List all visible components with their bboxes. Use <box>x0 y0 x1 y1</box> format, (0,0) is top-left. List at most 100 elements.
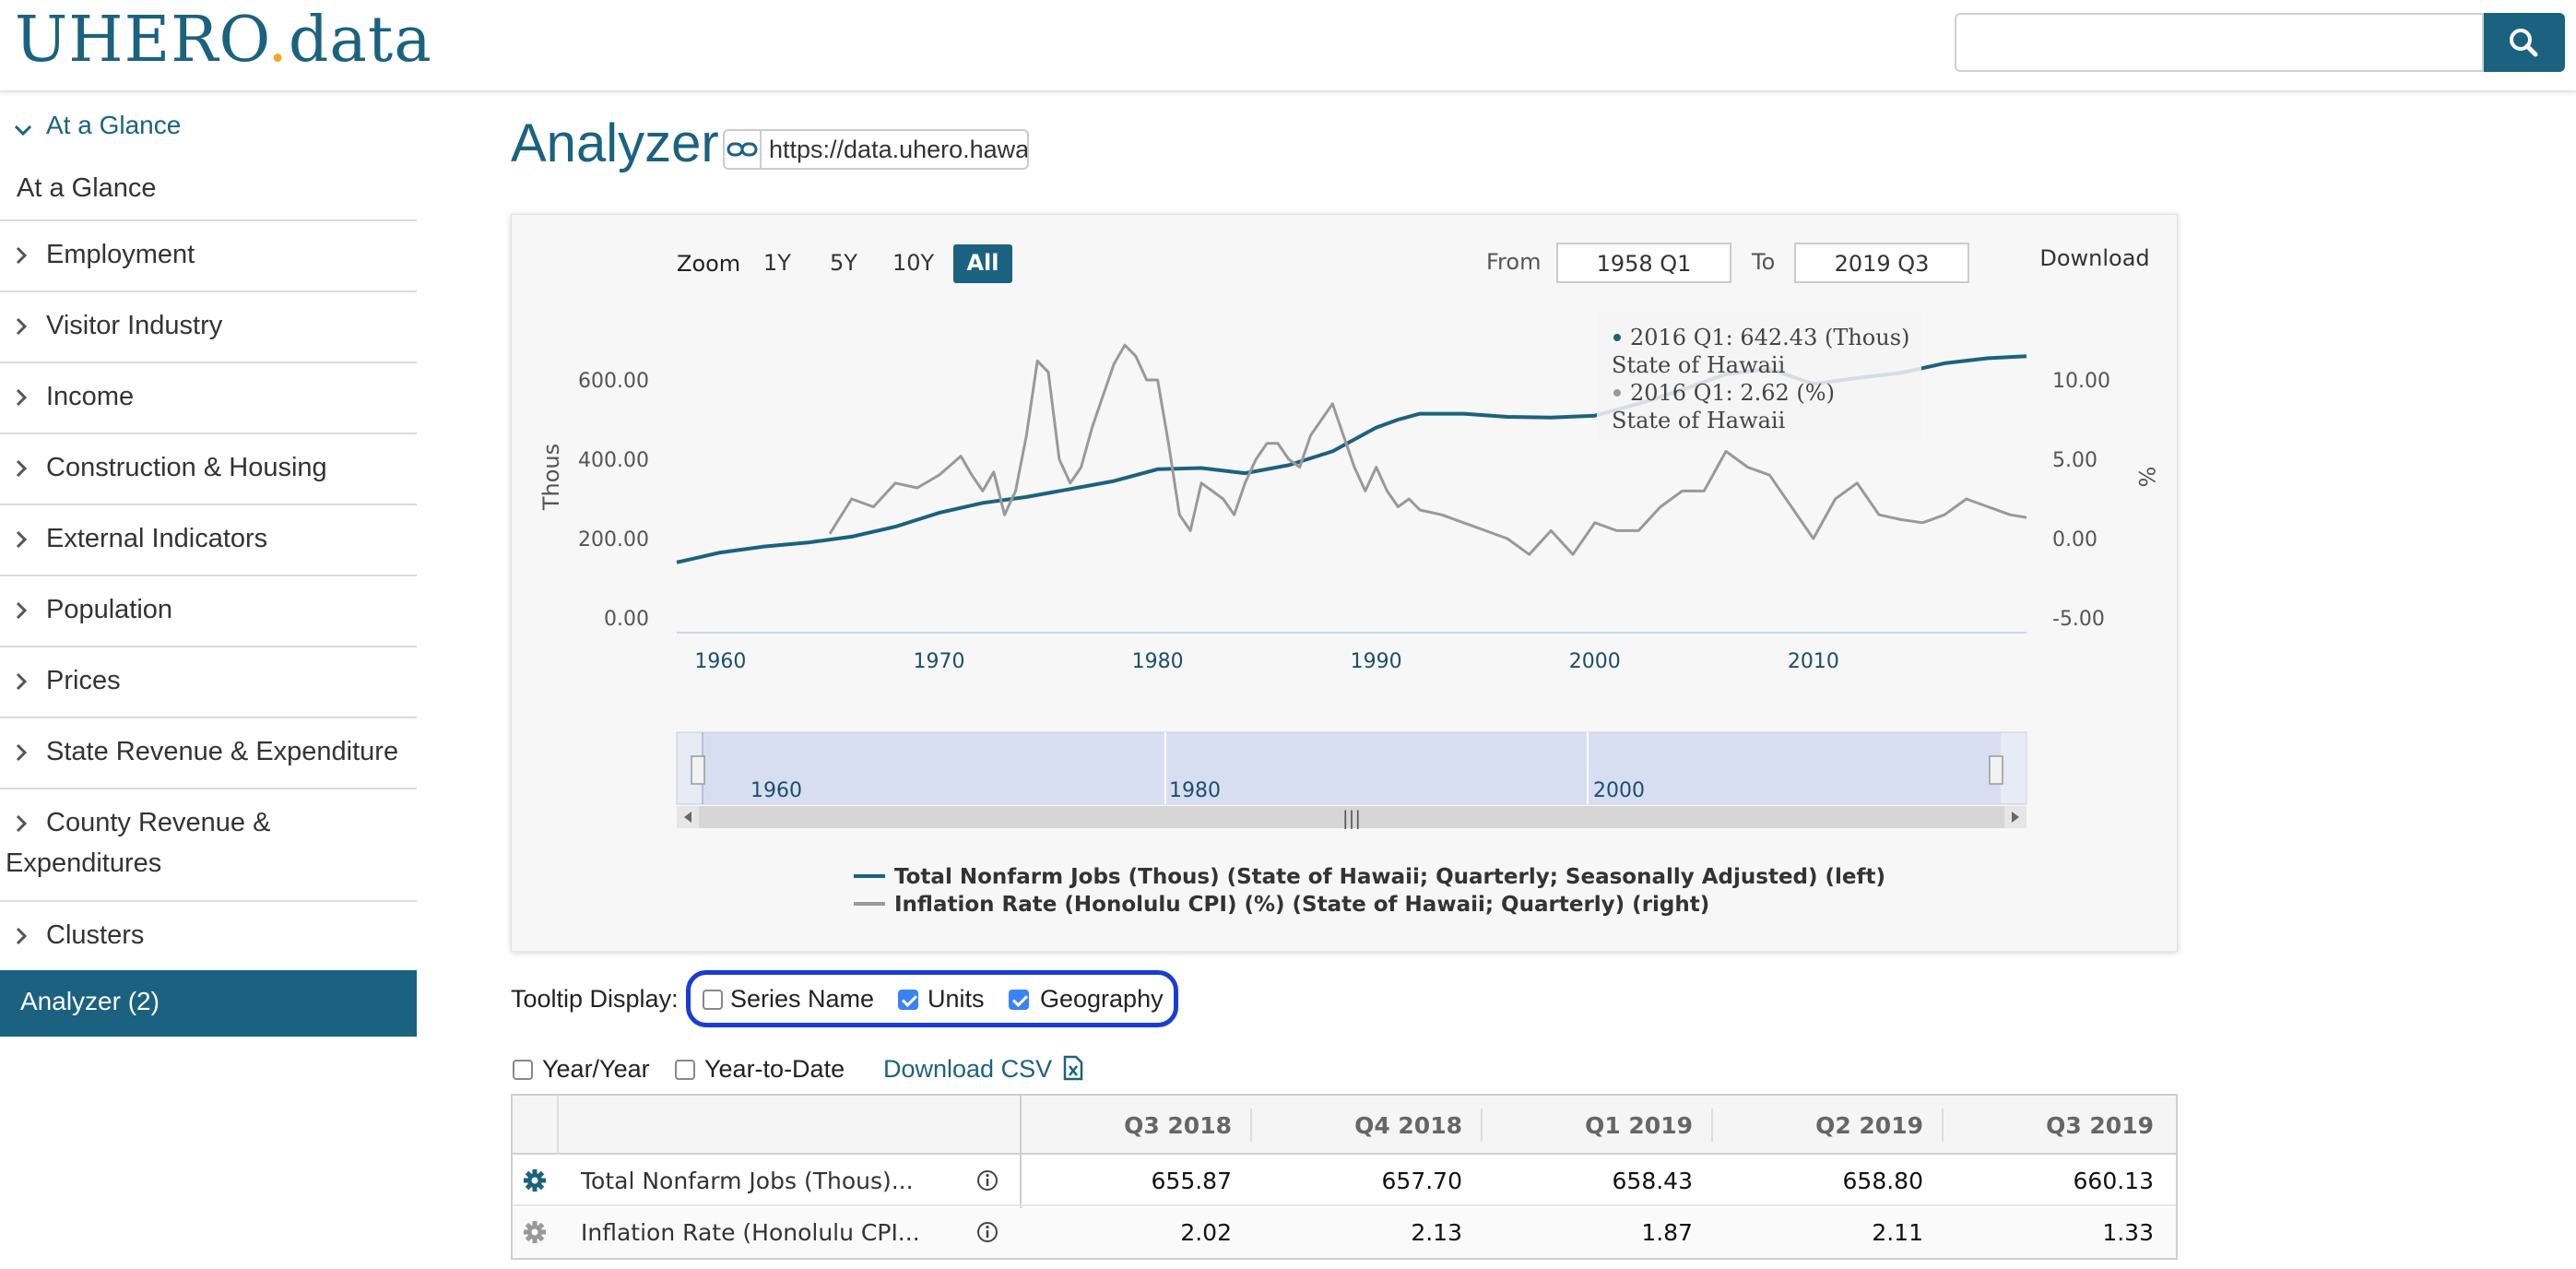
tooltip-line: 2016 Q1: 642.43 (Thous) <box>1630 325 1909 350</box>
chart[interactable]: 0.00 200.00 400.00 600.00 Thous -5.00 0.00 5.00… <box>511 214 2178 952</box>
series-name-label: Series Name <box>730 985 875 1013</box>
sidebar-item-label: At a Glance <box>17 173 157 203</box>
table-row: Inflation Rate (Honolulu CPI... 2.02 2.1… <box>513 1208 2176 1258</box>
sidebar-item-label: Income <box>46 382 135 411</box>
legend-label-inflation[interactable]: Inflation Rate (Honolulu CPI) (%) (State… <box>894 893 1709 917</box>
geography-checkbox[interactable] <box>1009 990 1029 1010</box>
table-cell: 2.13 <box>1411 1219 1462 1246</box>
copy-link-button[interactable] <box>723 129 762 170</box>
sidebar-item-label: Visitor Industry <box>46 311 223 340</box>
year-to-date-label: Year-to-Date <box>704 1055 845 1083</box>
left-axis-tick-label: 600.00 <box>578 370 649 393</box>
info-icon[interactable] <box>975 1168 999 1192</box>
chevron-right-icon <box>16 601 28 620</box>
sidebar-item-employment[interactable]: Employment <box>0 221 417 292</box>
data-table: Q3 2018 Q4 2018 Q1 2019 Q2 2019 Q3 2019 … <box>511 1094 2178 1260</box>
tooltip-line: 2016 Q1: 2.62 (%) <box>1630 380 1835 406</box>
left-axis-tick-label: 0.00 <box>604 608 649 631</box>
tooltip-display-label: Tooltip Display: <box>511 985 679 1013</box>
sidebar-item-visitor-industry[interactable]: Visitor Industry <box>0 292 417 363</box>
navigator-tick-label: 2000 <box>1593 779 1645 802</box>
sidebar-item-external-indicators[interactable]: External Indicators <box>0 505 417 576</box>
chevron-right-icon <box>16 246 28 265</box>
sidebar-item-at-a-glance[interactable]: At a Glance <box>0 166 417 221</box>
share-url-field[interactable]: https://data.uhero.hawaii.gov <box>760 129 1029 170</box>
file-excel-icon <box>1063 1055 1082 1081</box>
sidebar-item-construction-housing[interactable]: Construction & Housing <box>0 434 417 505</box>
table-cell: 1.87 <box>1641 1219 1693 1246</box>
navigator-selection <box>703 732 2001 804</box>
left-axis-title: Thous <box>538 444 564 511</box>
x-axis-tick-label: 1990 <box>1351 650 1402 673</box>
chevron-right-icon <box>16 672 28 691</box>
right-axis-tick-label: 0.00 <box>2052 528 2097 551</box>
search-input[interactable] <box>1955 13 2484 72</box>
tooltip-line: State of Hawaii <box>1612 352 1786 378</box>
table-column-header[interactable]: Q4 2018 <box>1296 1112 1462 1139</box>
gear-icon[interactable] <box>522 1219 548 1245</box>
sidebar-item-label: Employment <box>46 240 195 269</box>
sidebar-item-label-line2: Expenditures <box>6 848 162 878</box>
table-column-header[interactable]: Q3 2019 <box>1969 1112 2154 1139</box>
logo[interactable]: UHERO.data <box>15 4 432 77</box>
x-axis-tick-label: 1960 <box>694 650 746 673</box>
table-cell: 660.13 <box>2073 1168 2154 1194</box>
table-cell: 2.02 <box>1180 1219 1232 1246</box>
table-column-header[interactable]: Q2 2019 <box>1757 1112 1923 1139</box>
sidebar-item-prices[interactable]: Prices <box>0 647 417 718</box>
table-header-row: Q3 2018 Q4 2018 Q1 2019 Q2 2019 Q3 2019 <box>513 1096 2176 1258</box>
sidebar-item-label: Analyzer (2) <box>20 987 160 1015</box>
chevron-right-icon <box>16 743 28 762</box>
sidebar-item-label: Construction & Housing <box>46 453 327 482</box>
year-year-checkbox[interactable] <box>513 1060 533 1080</box>
header: UHERO.data <box>0 0 2576 92</box>
right-axis-title: % <box>2133 467 2159 488</box>
x-axis-tick-label: 2010 <box>1788 650 1839 673</box>
year-to-date-checkbox[interactable] <box>675 1060 695 1080</box>
link-icon <box>727 142 758 157</box>
navigator-tick-label: 1960 <box>750 779 802 802</box>
series-name-checkbox[interactable] <box>703 990 723 1010</box>
tooltip-marker <box>1613 334 1621 341</box>
x-axis-tick-label: 1980 <box>1132 650 1184 673</box>
legend-label-nonfarm[interactable]: Total Nonfarm Jobs (Thous) (State of Haw… <box>894 865 1885 889</box>
navigator-handle-left[interactable] <box>691 755 705 785</box>
sidebar-item-label: External Indicators <box>46 524 268 553</box>
right-axis-tick-label: 5.00 <box>2052 449 2097 472</box>
right-axis-tick-label: -5.00 <box>2052 608 2105 631</box>
table-cell: 658.80 <box>1842 1168 1923 1194</box>
series-name-cell[interactable]: Total Nonfarm Jobs (Thous)... <box>581 1168 914 1194</box>
chevron-right-icon <box>16 814 28 833</box>
scrollbar-grip-icon: ||| <box>1342 807 1361 829</box>
sidebar-item-county-revenue[interactable]: County Revenue & Expenditures <box>0 789 417 902</box>
table-cell: 2.11 <box>1872 1219 1923 1246</box>
navigator-tick-label: 1980 <box>1169 779 1221 802</box>
chevron-right-icon <box>16 530 28 549</box>
sidebar-item-income[interactable]: Income <box>0 363 417 434</box>
table-column-header[interactable]: Q1 2019 <box>1527 1112 1693 1139</box>
table-cell: 1.33 <box>2102 1219 2154 1246</box>
sidebar-item-state-revenue[interactable]: State Revenue & Expenditure <box>0 718 417 789</box>
table-column-header[interactable]: Q3 2018 <box>1066 1112 1232 1139</box>
right-axis-tick-label: 10.00 <box>2052 370 2110 393</box>
series-name-cell[interactable]: Inflation Rate (Honolulu CPI... <box>581 1219 920 1246</box>
sidebar-item-analyzer[interactable]: Analyzer (2) <box>0 970 417 1037</box>
tooltip-line: State of Hawaii <box>1612 408 1786 433</box>
sidebar-item-label: Prices <box>46 666 121 695</box>
info-icon[interactable] <box>975 1220 999 1244</box>
table-row: Total Nonfarm Jobs (Thous)... 655.87 657… <box>513 1155 2176 1206</box>
units-checkbox[interactable] <box>898 990 918 1010</box>
chevron-down-icon <box>14 125 32 136</box>
sidebar-item-population[interactable]: Population <box>0 576 417 647</box>
page-title: Analyzer <box>511 113 719 173</box>
chevron-right-icon <box>16 317 28 336</box>
geography-label: Geography <box>1040 985 1164 1013</box>
search-button[interactable] <box>2484 13 2565 72</box>
sidebar-item-clusters[interactable]: Clusters <box>0 902 417 968</box>
units-label: Units <box>928 985 985 1013</box>
navigator-handle-right[interactable] <box>1989 755 2003 785</box>
table-cell: 657.70 <box>1381 1168 1462 1194</box>
gear-icon[interactable] <box>522 1168 548 1193</box>
table-cell: 655.87 <box>1151 1168 1232 1194</box>
download-csv-link[interactable]: Download CSV <box>883 1055 1083 1084</box>
